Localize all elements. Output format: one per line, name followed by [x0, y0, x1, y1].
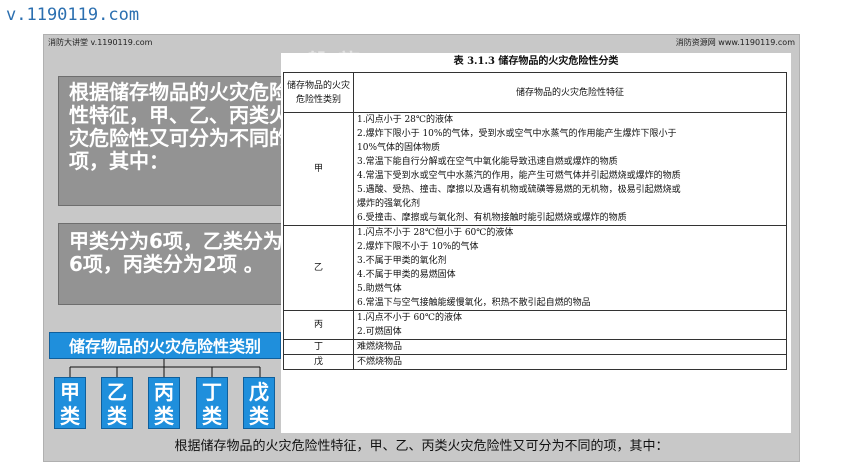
subtitle-caption: 根据储存物品的火灾危险性特征，甲、乙、丙类火灾危险性又可分为不同的项，其中：	[44, 433, 799, 461]
category-char: 丙	[154, 380, 174, 404]
classification-table-panel: 表 3.1.3 储存物品的火灾危险性分类 储存物品的火灾危险性类别 储存物品的火…	[281, 53, 791, 433]
feature-line: 4.常温下受到水或空气中水蒸汽的作用，能产生可燃气体并引起燃烧或爆炸的物质	[357, 171, 681, 181]
table-header-row: 储存物品的火灾危险性类别 储存物品的火灾危险性特征	[283, 72, 787, 113]
watermark-right: 消防资源网 www.1190119.com	[675, 38, 795, 47]
feature-cell: 1.闪点不小于 28℃但小于 60℃的液体 2.爆炸下限不小于 10%的气体 3.不…	[353, 225, 787, 311]
category-box-yi: 乙 类	[101, 377, 133, 429]
feature-line: 不燃烧物品	[357, 357, 403, 367]
category-box-bing: 丙 类	[148, 377, 180, 429]
feature-cell: 1.闪点小于 28℃的液体 2.爆炸下限小于 10%的气体，受到水或空气中水蒸气的…	[353, 112, 787, 226]
category-char: 戊	[249, 380, 269, 404]
category-box-wu: 戊 类	[243, 377, 275, 429]
feature-cell: 难燃烧物品	[353, 339, 787, 355]
class-cell: 丙	[283, 310, 354, 340]
table-row: 丙 1.闪点不小于 60℃的液体 2.可燃固体	[283, 310, 787, 340]
feature-line: 3.不属于甲类的氧化剂	[357, 256, 447, 266]
watermark-left: 消防大讲堂 v.1190119.com	[48, 38, 153, 47]
feature-line: 1.闪点不小于 60℃的液体	[357, 313, 462, 323]
feature-line: 4.不属于甲类的易燃固体	[357, 270, 456, 280]
category-char: 乙	[107, 380, 127, 404]
feature-line: 10%气体的固体物质	[357, 143, 441, 153]
category-suffix: 类	[249, 404, 269, 428]
category-tree-connectors	[69, 359, 261, 377]
category-char: 丁	[202, 380, 222, 404]
category-suffix: 类	[107, 404, 127, 428]
feature-cell: 1.闪点不小于 60℃的液体 2.可燃固体	[353, 310, 787, 340]
intro-textbox: 根据储存物品的火灾危险性特征，甲、乙、丙类火灾危险性又可分为不同的项，其中：	[58, 76, 301, 206]
table-row: 甲 1.闪点小于 28℃的液体 2.爆炸下限小于 10%的气体，受到水或空气中水蒸气…	[283, 112, 787, 226]
table-body: 甲 1.闪点小于 28℃的液体 2.爆炸下限小于 10%的气体，受到水或空气中水蒸气…	[283, 112, 787, 370]
feature-line: 爆炸的强氧化剂	[357, 199, 421, 209]
category-suffix: 类	[60, 404, 80, 428]
class-cell: 丁	[283, 339, 354, 355]
category-char: 甲	[60, 380, 80, 404]
category-box-jia: 甲 类	[54, 377, 86, 429]
feature-line: 难燃烧物品	[357, 342, 403, 352]
feature-line: 6.常温下与空气接触能缓慢氧化，积热不散引起自燃的物品	[357, 298, 591, 308]
class-cell: 乙	[283, 225, 354, 311]
feature-line: 5.助燃气体	[357, 284, 402, 294]
table-caption: 表 3.1.3 储存物品的火灾危险性分类	[453, 56, 619, 67]
category-title-box: 储存物品的火灾危险性类别	[49, 332, 281, 359]
header-class: 储存物品的火灾危险性类别	[283, 72, 354, 113]
header-feature: 储存物品的火灾危险性特征	[353, 72, 787, 113]
table-row: 戊不燃烧物品	[283, 354, 787, 370]
table-row: 乙 1.闪点不小于 28℃但小于 60℃的液体 2.爆炸下限不小于 10%的气体 3.…	[283, 225, 787, 311]
feature-line: 1.闪点小于 28℃的液体	[357, 115, 453, 125]
site-url-header[interactable]: v.1190119.com	[0, 0, 846, 30]
class-cell: 戊	[283, 354, 354, 370]
counts-textbox: 甲类分为6项，乙类分为6项，丙类分为2项 。	[58, 223, 301, 305]
table-row: 丁难燃烧物品	[283, 339, 787, 355]
category-box-ding: 丁 类	[196, 377, 228, 429]
feature-line: 5.遇酸、受热、撞击、摩擦以及遇有机物或硫磺等易燃的无机物，极易引起燃烧或	[357, 185, 681, 195]
slide: 消防大讲堂 v.1190119.com 消防资源网 www.1190119.co…	[43, 34, 800, 462]
class-cell: 甲	[283, 112, 354, 226]
feature-line: 2.爆炸下限小于 10%的气体，受到水或空气中水蒸气的作用能产生爆炸下限小于	[357, 129, 677, 139]
feature-line: 2.可燃固体	[357, 327, 402, 337]
category-suffix: 类	[154, 404, 174, 428]
feature-line: 2.爆炸下限不小于 10%的气体	[357, 242, 479, 252]
category-suffix: 类	[202, 404, 222, 428]
feature-cell: 不燃烧物品	[353, 354, 787, 370]
hazard-classification-table: 储存物品的火灾危险性类别 储存物品的火灾危险性特征 甲 1.闪点小于 28℃的液体…	[283, 72, 787, 370]
feature-line: 3.常温下能自行分解或在空气中氧化能导致迅速自燃或爆炸的物质	[357, 157, 618, 167]
feature-line: 1.闪点不小于 28℃但小于 60℃的液体	[357, 228, 514, 238]
feature-line: 6.受撞击、摩擦或与氧化剂、有机物接触时能引起燃烧或爆炸的物质	[357, 213, 627, 223]
